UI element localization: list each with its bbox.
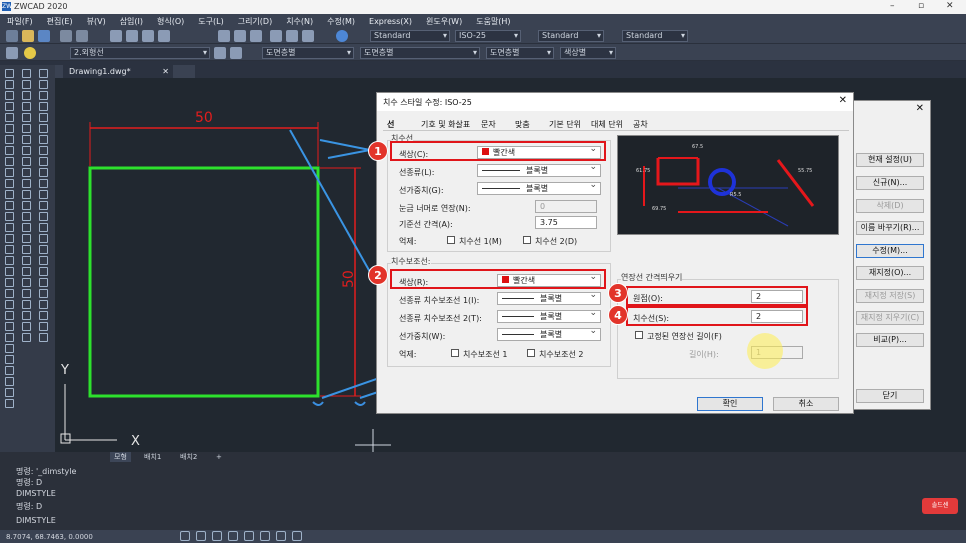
tab-alternate-units[interactable]: 대체 단위 (591, 119, 623, 130)
tab-add-layout[interactable]: + (212, 452, 226, 462)
suppress-extline1-label: 치수보조선 1 (463, 350, 508, 359)
ok-button[interactable]: 확인 (697, 397, 763, 411)
svg-text:55.75: 55.75 (798, 168, 812, 174)
tab-text[interactable]: 문자 (481, 119, 496, 130)
step-badge-4: 4 (608, 305, 628, 325)
suppress-dimline2-checkbox[interactable] (523, 236, 531, 244)
suppress-dimline1-checkbox[interactable] (447, 236, 455, 244)
extend-beyond-ticks-spinner[interactable]: 0 (535, 200, 597, 213)
tab-layout1[interactable]: 배치1 (140, 452, 165, 462)
otrack-icon[interactable] (260, 531, 270, 541)
dialog-title: 치수 스타일 수정: ISO-25 (377, 93, 853, 111)
ortho-icon[interactable] (212, 531, 222, 541)
highlight-dimline-color (390, 141, 606, 161)
extline-suppress-label: 억제: (399, 350, 417, 359)
clear-override-button[interactable]: 재지정 지우기(C) (856, 311, 924, 325)
step-badge-3: 3 (608, 283, 628, 303)
compare-button[interactable]: 비교(P)... (856, 333, 924, 347)
svg-text:61.75: 61.75 (636, 168, 650, 174)
preview-panel: 67.5 61.75 55.75 R5.5 69.75 (617, 135, 839, 235)
tab-lines[interactable]: 선 (387, 119, 394, 130)
extline-lineweight-label: 선가중치(W): (399, 332, 446, 341)
baseline-spacing-label: 기준선 간격(A): (399, 220, 453, 229)
snap-icon[interactable] (180, 531, 190, 541)
highlight-extline-color (390, 269, 606, 289)
save-override-button[interactable]: 재지정 저장(S) (856, 289, 924, 303)
grid-icon[interactable] (196, 531, 206, 541)
step-badge-2: 2 (368, 265, 388, 285)
suppress-dimline1-label: 치수선 1(M) (459, 237, 502, 246)
new-style-button[interactable]: 신규(N)... (856, 176, 924, 190)
offset-group-title: 연장선 간격띄우기 (621, 272, 683, 283)
tab-divider (383, 130, 849, 131)
manager-close-icon[interactable]: ✕ (916, 103, 924, 114)
suppress-dimline2-label: 치수선 2(D) (535, 237, 578, 246)
extend-beyond-ticks-label: 눈금 너머로 연장(N): (399, 204, 471, 213)
dimline-lineweight-label: 선가중치(G): (399, 186, 444, 195)
cancel-button[interactable]: 취소 (773, 397, 839, 411)
extline2-linetype-select[interactable]: 블록별 (497, 308, 601, 323)
dimline-lineweight-select[interactable]: 블록별 (477, 180, 601, 195)
tab-layout2[interactable]: 배치2 (176, 452, 201, 462)
highlight-offset-dimline (626, 306, 808, 326)
extline1-linetype-label: 선종류 치수보조선 1(I): (399, 296, 480, 305)
dialog-close-icon[interactable]: ✕ (839, 95, 847, 106)
dimline-suppress-label: 억제: (399, 237, 417, 246)
fixed-length-label: 고정된 연장선 길이(F) (647, 332, 722, 341)
baseline-spacing-spinner[interactable]: 3.75 (535, 216, 597, 229)
suppress-extline2-label: 치수보조선 2 (539, 350, 584, 359)
cursor-highlight (747, 333, 783, 369)
extline-lineweight-select[interactable]: 블록별 (497, 326, 601, 341)
lineweight-icon[interactable] (276, 531, 286, 541)
command-window[interactable]: 명령: '_dimstyle 명령: D DIMSTYLE 명령: D DIMS… (0, 462, 966, 530)
suppress-extline1-checkbox[interactable] (451, 349, 459, 357)
extline2-linetype-label: 선종류 치수보조선 2(T): (399, 314, 482, 323)
arrow-1b (327, 149, 371, 159)
tab-primary-units[interactable]: 기본 단위 (549, 119, 581, 130)
watermark-logo: 솔드센 (922, 498, 958, 514)
tab-model[interactable]: 모형 (110, 452, 131, 462)
arrow-1a (319, 139, 371, 151)
step-badge-1: 1 (368, 141, 388, 161)
set-current-button[interactable]: 현재 설정(U) (856, 153, 924, 167)
layout-tabs: 모형 배치1 배치2 + (0, 452, 966, 462)
preview-svg: 67.5 61.75 55.75 R5.5 69.75 (636, 144, 815, 227)
coordinates-readout: 8.7074, 68.7463, 0.0000 (6, 533, 93, 541)
dimline-linetype-select[interactable]: 블록별 (477, 162, 601, 177)
command-input[interactable]: DIMSTYLE (16, 516, 56, 525)
override-button[interactable]: 재지정(O)... (856, 266, 924, 280)
status-bar: 8.7074, 68.7463, 0.0000 (0, 530, 966, 543)
command-line-4: 명령: D (16, 502, 43, 511)
osnap-icon[interactable] (244, 531, 254, 541)
command-line-1: 명령: '_dimstyle (16, 467, 77, 476)
command-line-3: DIMSTYLE (16, 489, 56, 498)
close-manager-button[interactable]: 닫기 (856, 389, 924, 403)
delete-style-button[interactable]: 삭제(D) (856, 199, 924, 213)
command-line-2: 명령: D (16, 478, 43, 487)
polar-icon[interactable] (228, 531, 238, 541)
dimstyle-manager-dialog: ✕ 현재 설정(U) 신규(N)... 삭제(D) 이름 바꾸기(R)... 수… (845, 100, 931, 410)
dyn-icon[interactable] (292, 531, 302, 541)
extline-group-title: 치수보조선: (391, 256, 431, 267)
highlight-offset-origin (626, 286, 808, 306)
svg-text:R5.5: R5.5 (730, 192, 741, 198)
modify-style-button[interactable]: 수정(M)... (856, 244, 924, 258)
rename-style-button[interactable]: 이름 바꾸기(R)... (856, 221, 924, 235)
suppress-extline2-checkbox[interactable] (527, 349, 535, 357)
tab-symbols-arrows[interactable]: 기호 및 화살표 (421, 119, 470, 130)
tab-fit[interactable]: 맞춤 (515, 119, 530, 130)
tab-tolerances[interactable]: 공차 (633, 119, 648, 130)
svg-text:69.75: 69.75 (652, 206, 666, 212)
fixed-length-checkbox[interactable] (635, 331, 643, 339)
length-label: 길이(H): (689, 350, 719, 359)
extline1-linetype-select[interactable]: 블록별 (497, 290, 601, 305)
svg-text:67.5: 67.5 (692, 144, 703, 150)
dimline-linetype-label: 선종류(L): (399, 168, 435, 177)
